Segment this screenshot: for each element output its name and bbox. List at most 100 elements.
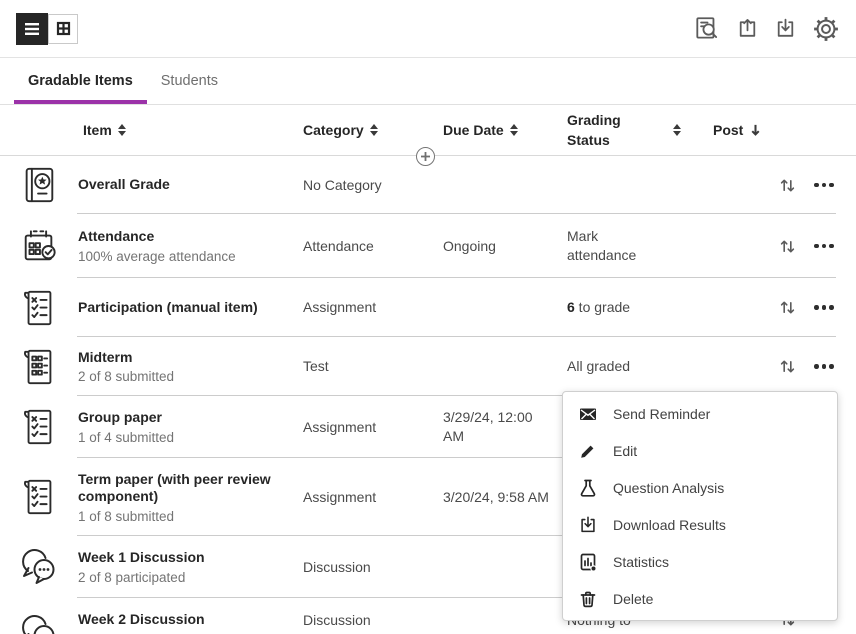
item-subtitle: 2 of 8 participated [78, 570, 303, 585]
menu-item-question-analysis[interactable]: Question Analysis [563, 469, 837, 506]
more-options-button[interactable] [806, 183, 856, 188]
list-view-icon [24, 22, 40, 36]
download-icon [774, 17, 797, 40]
sort-icon [673, 124, 681, 136]
gradebook-icon [20, 164, 58, 206]
attendance-icon [20, 225, 58, 267]
tab-gradable-items[interactable]: Gradable Items [14, 58, 147, 104]
sort-icon [370, 124, 378, 136]
move-updown-icon [779, 358, 796, 375]
tab-bar: Gradable Items Students [0, 58, 856, 105]
menu-item-delete[interactable]: Delete [563, 580, 837, 617]
column-header-item[interactable]: Item [78, 122, 303, 138]
more-options-button[interactable] [806, 244, 856, 249]
trash-icon [578, 589, 598, 609]
menu-item-edit[interactable]: Edit [563, 432, 837, 469]
item-title[interactable]: Week 2 Discussion [78, 611, 303, 629]
tab-students[interactable]: Students [147, 58, 232, 104]
envelope-icon [578, 404, 598, 424]
item-category: Discussion [303, 558, 443, 577]
more-options-button[interactable] [806, 305, 856, 310]
assignment-icon [20, 476, 58, 518]
upload-icon [736, 17, 759, 40]
move-row-button[interactable] [768, 177, 806, 194]
item-category: Attendance [303, 237, 443, 256]
move-updown-icon [779, 238, 796, 255]
download-icon [578, 515, 598, 535]
move-updown-icon [779, 177, 796, 194]
item-title[interactable]: Week 1 Discussion [78, 549, 303, 567]
search-document-button[interactable] [693, 15, 721, 43]
item-context-menu: Send Reminder Edit Question Analysis Dow… [562, 391, 838, 621]
menu-item-statistics[interactable]: Statistics [563, 543, 837, 580]
item-title[interactable]: Term paper (with peer review component) [78, 471, 303, 506]
item-category: Test [303, 357, 443, 376]
item-category: Discussion [303, 598, 443, 630]
column-header-due-date[interactable]: Due Date [443, 122, 567, 138]
column-header-category[interactable]: Category [303, 122, 443, 138]
search-document-icon [693, 15, 721, 43]
item-grading-status: Mark attendance [567, 227, 671, 265]
discussion-icon [19, 545, 59, 589]
tab-label: Gradable Items [28, 73, 133, 89]
assignment-icon [20, 406, 58, 448]
item-subtitle: 2 of 8 submitted [78, 369, 303, 384]
item-category: No Category [303, 176, 443, 195]
statistics-icon [578, 552, 598, 572]
item-title[interactable]: Group paper [78, 409, 303, 427]
sort-icon [510, 124, 518, 136]
toolbar-actions [693, 15, 840, 43]
item-subtitle: 1 of 8 submitted [78, 509, 303, 524]
download-button[interactable] [774, 17, 797, 40]
table-row: Participation (manual item) Assignment 6… [0, 278, 856, 337]
item-title[interactable]: Midterm [78, 349, 303, 367]
column-header-post[interactable]: Post [713, 122, 768, 138]
tab-label: Students [161, 73, 218, 89]
item-title[interactable]: Participation (manual item) [78, 299, 303, 317]
pencil-icon [578, 441, 598, 461]
top-toolbar [0, 0, 856, 58]
ellipsis-icon [814, 244, 834, 249]
ellipsis-icon [814, 305, 834, 310]
settings-button[interactable] [812, 15, 840, 43]
item-category: Assignment [303, 488, 443, 507]
item-title[interactable]: Attendance [78, 228, 303, 246]
discussion-icon [19, 611, 59, 634]
ellipsis-icon [814, 183, 834, 188]
move-row-button[interactable] [768, 299, 806, 316]
item-subtitle: 100% average attendance [78, 249, 303, 264]
settings-gear-icon [812, 15, 840, 43]
item-grading-status: All graded [567, 357, 671, 376]
table-header: Item Category Due Date Grading Status Po… [0, 105, 856, 156]
move-updown-icon [779, 299, 796, 316]
item-due-date [443, 598, 567, 611]
add-item-button[interactable] [416, 147, 435, 166]
item-title[interactable]: Overall Grade [78, 176, 303, 194]
item-due-date: Ongoing [443, 237, 567, 256]
item-subtitle: 1 of 4 submitted [78, 430, 303, 445]
list-view-button[interactable] [16, 13, 48, 45]
test-icon [20, 346, 58, 388]
item-due-date: 3/29/24, 12:00 AM [443, 408, 567, 446]
sort-icon [118, 124, 126, 136]
more-options-button[interactable] [806, 364, 856, 369]
item-category: Assignment [303, 418, 443, 437]
grid-view-icon [56, 21, 71, 36]
assignment-icon [20, 287, 58, 329]
gradebook-page: Gradable Items Students Item Category Du… [0, 0, 856, 634]
ellipsis-icon [814, 364, 834, 369]
item-grading-status: 6 to grade [567, 298, 671, 317]
sort-down-icon [749, 123, 762, 137]
menu-item-send-reminder[interactable]: Send Reminder [563, 395, 837, 432]
grid-view-button[interactable] [48, 14, 78, 44]
upload-button[interactable] [736, 17, 759, 40]
menu-item-download-results[interactable]: Download Results [563, 506, 837, 543]
item-due-date: 3/20/24, 9:58 AM [443, 488, 567, 507]
column-header-grading-status[interactable]: Grading Status [567, 110, 713, 151]
flask-icon [578, 478, 598, 498]
table-row: Attendance 100% average attendance Atten… [0, 214, 856, 278]
item-category: Assignment [303, 298, 443, 317]
move-row-button[interactable] [768, 238, 806, 255]
move-row-button[interactable] [768, 358, 806, 375]
plus-icon [420, 151, 431, 162]
